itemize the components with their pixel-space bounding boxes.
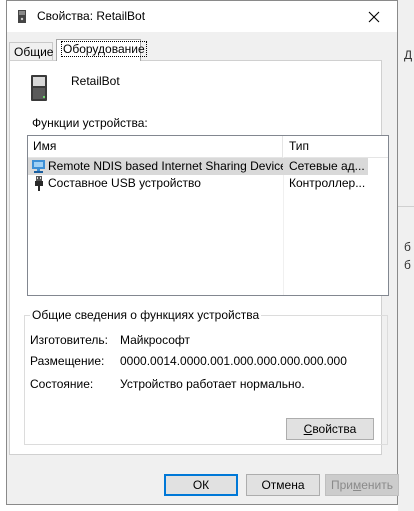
device-small-icon [18,10,26,23]
row-type: Контроллер... [289,176,366,190]
column-header-type[interactable]: Тип [284,136,388,157]
functions-label: Функции устройства: [32,116,148,130]
list-row[interactable]: Remote NDIS based Internet Sharing Devic… [28,158,368,175]
list-row[interactable]: Составное USB устройство Контроллер... [28,175,368,192]
apply-label-pre: При [330,478,353,492]
manufacturer-label: Изготовитель: [30,333,108,347]
apply-button[interactable]: Применить [325,474,399,496]
device-icon [31,75,47,101]
background-window [398,0,414,511]
location-label: Размещение: [30,354,105,368]
close-icon [368,11,380,22]
status-label: Состояние: [30,377,94,391]
row-type: Сетевые ад... [289,159,365,173]
apply-label-post: енить [361,478,394,492]
window-title: Свойства: RetailBot [37,9,146,23]
tab-general-label: Общие [14,45,54,59]
status-value: Устройство работает нормально. [120,377,305,391]
usb-icon [35,176,43,191]
properties-label-post: войства [312,422,357,436]
close-button[interactable] [351,1,397,32]
location-value: 0000.0014.0000.001.000.000.000.000.000 [120,354,347,368]
properties-label-accel: С [303,422,313,436]
network-adapter-icon [32,160,45,173]
title-bar[interactable]: Свойства: RetailBot [7,1,397,32]
background-text: б [404,240,411,254]
row-name: Составное USB устройство [48,176,201,190]
device-properties-button[interactable]: Свойства [286,418,374,440]
column-header-name[interactable]: Имя [28,136,283,157]
cancel-button[interactable]: Отмена [246,474,320,496]
background-text: б [404,258,411,272]
ok-button[interactable]: ОК [164,474,238,496]
tab-hardware-label: Оборудование [61,41,147,57]
apply-label-accel: м [353,478,362,492]
tab-hardware[interactable]: Оборудование [56,39,147,61]
list-header: Имя Тип [28,136,388,158]
manufacturer-value: Майкрософт [120,333,191,347]
row-name: Remote NDIS based Internet Sharing Devic… [48,159,283,173]
device-name: RetailBot [71,74,120,88]
tab-general[interactable]: Общие [9,42,53,60]
functions-list[interactable]: Имя Тип Remote NDIS based Internet Shari… [27,135,389,296]
background-text: Д [404,48,413,62]
background-divider [398,206,414,207]
summary-legend: Общие сведения о функциях устройства [30,308,262,322]
